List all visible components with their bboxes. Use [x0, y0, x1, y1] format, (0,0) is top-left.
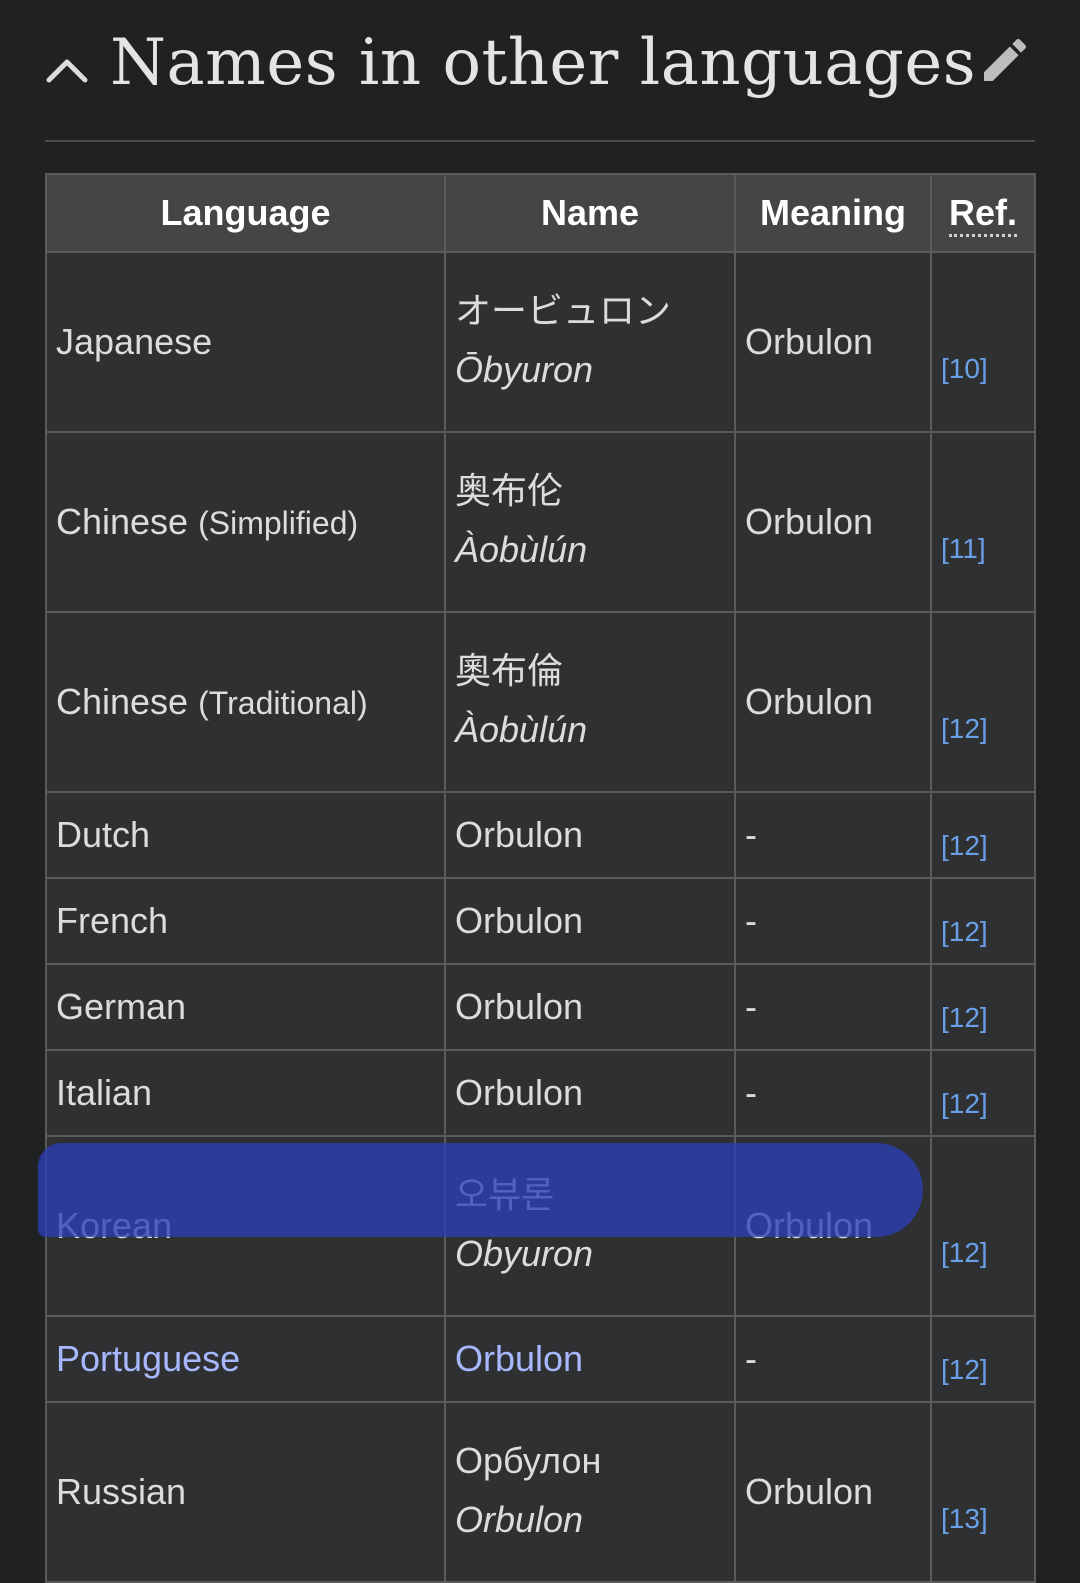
ref-cell: [13]: [930, 1401, 1036, 1583]
table-row: Chinese (Simplified) 奥布伦 Àobùlún Orbulon…: [45, 431, 1036, 613]
table-row: Japanese オービュロン Ōbyuron Orbulon [10]: [45, 251, 1036, 433]
ref-link[interactable]: [12]: [941, 1002, 988, 1033]
header-language[interactable]: Language: [45, 173, 446, 253]
name-romanized-text: Obyuron: [455, 1233, 594, 1274]
name-native-text: 오뷰론: [455, 1174, 555, 1215]
ref-cell: [12]: [930, 963, 1036, 1051]
ref-link[interactable]: [12]: [941, 830, 988, 861]
meaning-cell: -: [734, 1315, 932, 1403]
language-cell: Italian: [45, 1049, 446, 1137]
header-ref-label[interactable]: Ref.: [948, 192, 1017, 237]
name-cell: オービュロン Ōbyuron: [444, 251, 736, 433]
name-cell: Orbulon: [444, 963, 736, 1051]
name-romanized-text: Orbulon: [455, 1499, 584, 1540]
language-note: (Simplified): [198, 505, 359, 541]
ref-cell: [12]: [930, 1315, 1036, 1403]
ref-link[interactable]: [11]: [941, 533, 986, 564]
name-romanized-text: Ōbyuron: [455, 349, 594, 390]
header-name[interactable]: Name: [444, 173, 736, 253]
table-row: Italian Orbulon - [12]: [45, 1049, 1036, 1137]
ref-link[interactable]: [12]: [941, 1354, 988, 1385]
ref-cell: [12]: [930, 611, 1036, 793]
name-cell: 오뷰론 Obyuron: [444, 1135, 736, 1317]
name-cell: Orbulon: [444, 877, 736, 965]
table-row: French Orbulon - [12]: [45, 877, 1036, 965]
language-text: Korean: [56, 1205, 173, 1246]
name-cell: 奧布倫 Àobùlún: [444, 611, 736, 793]
language-cell: Korean: [45, 1135, 446, 1317]
table-row: Korean 오뷰론 Obyuron Orbulon [12]: [45, 1135, 1036, 1317]
language-cell: Chinese (Traditional): [45, 611, 446, 793]
name-native-text: オービュロン: [455, 290, 672, 331]
section-header[interactable]: Names in other languages: [45, 20, 1035, 142]
ref-link[interactable]: [12]: [941, 916, 988, 947]
language-text: Japanese: [56, 321, 213, 362]
meaning-cell: -: [734, 1049, 932, 1137]
ref-cell: [10]: [930, 251, 1036, 433]
language-note: (Traditional): [198, 685, 368, 721]
ref-link[interactable]: [12]: [941, 713, 988, 744]
names-table: Language Name Meaning Ref. Japanese オービュ…: [45, 173, 1036, 1583]
meaning-cell: Orbulon: [734, 611, 932, 793]
pencil-icon[interactable]: [977, 32, 1033, 88]
meaning-cell: -: [734, 877, 932, 965]
language-text: Chinese: [56, 681, 189, 722]
name-cell: Орбулон Orbulon: [444, 1401, 736, 1583]
table-row: German Orbulon - [12]: [45, 963, 1036, 1051]
language-cell: Portuguese: [45, 1315, 446, 1403]
language-text: Russian: [56, 1471, 187, 1512]
ref-link[interactable]: [12]: [941, 1237, 988, 1268]
name-cell: Orbulon: [444, 1315, 736, 1403]
table-row-highlighted: Portuguese Orbulon - [12]: [45, 1315, 1036, 1403]
name-native-text: Орбулон: [455, 1440, 602, 1481]
ref-cell: [12]: [930, 877, 1036, 965]
ref-cell: [12]: [930, 791, 1036, 879]
name-cell: Orbulon: [444, 791, 736, 879]
ref-link[interactable]: [10]: [941, 353, 988, 384]
language-cell: German: [45, 963, 446, 1051]
language-text: Chinese: [56, 501, 189, 542]
header-ref[interactable]: Ref.: [930, 173, 1036, 253]
chevron-up-icon[interactable]: [45, 52, 89, 88]
table-row: Russian Орбулон Orbulon Orbulon [13]: [45, 1401, 1036, 1583]
meaning-cell: Orbulon: [734, 1135, 932, 1317]
table-header-row: Language Name Meaning Ref.: [45, 173, 1036, 253]
language-cell: Chinese (Simplified): [45, 431, 446, 613]
meaning-cell: -: [734, 791, 932, 879]
name-romanized-text: Àobùlún: [455, 709, 588, 750]
table-row: Chinese (Traditional) 奧布倫 Àobùlún Orbulo…: [45, 611, 1036, 793]
name-cell: Orbulon: [444, 1049, 736, 1137]
header-meaning[interactable]: Meaning: [734, 173, 932, 253]
meaning-cell: Orbulon: [734, 251, 932, 433]
language-cell: Russian: [45, 1401, 446, 1583]
section-title: Names in other languages: [110, 26, 977, 100]
language-cell: French: [45, 877, 446, 965]
meaning-cell: Orbulon: [734, 431, 932, 613]
meaning-cell: -: [734, 963, 932, 1051]
language-cell: Dutch: [45, 791, 446, 879]
meaning-cell: Orbulon: [734, 1401, 932, 1583]
table-row: Dutch Orbulon - [12]: [45, 791, 1036, 879]
language-cell: Japanese: [45, 251, 446, 433]
ref-cell: [12]: [930, 1135, 1036, 1317]
name-native-text: 奥布伦: [455, 470, 564, 511]
ref-cell: [12]: [930, 1049, 1036, 1137]
name-cell: 奥布伦 Àobùlún: [444, 431, 736, 613]
ref-link[interactable]: [12]: [941, 1088, 988, 1119]
ref-link[interactable]: [13]: [941, 1503, 988, 1534]
name-native-text: 奧布倫: [455, 650, 564, 691]
ref-cell: [11]: [930, 431, 1036, 613]
name-romanized-text: Àobùlún: [455, 529, 588, 570]
